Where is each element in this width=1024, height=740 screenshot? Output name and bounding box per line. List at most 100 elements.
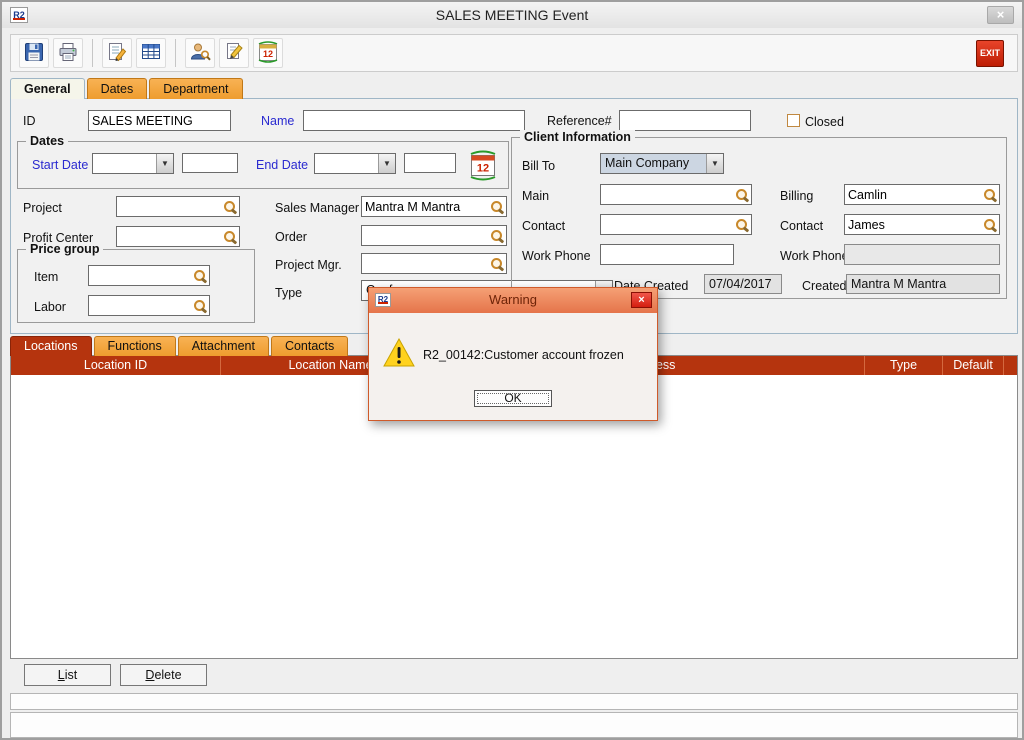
search-icon[interactable] bbox=[490, 229, 504, 243]
contact-label: Contact bbox=[522, 219, 565, 234]
search-icon[interactable] bbox=[193, 299, 207, 313]
ok-button[interactable]: OK bbox=[474, 390, 552, 407]
window-title: SALES MEETING Event bbox=[2, 7, 1022, 23]
labor-input[interactable] bbox=[89, 296, 209, 315]
column-header-filler bbox=[1004, 356, 1017, 375]
item-label: Item bbox=[34, 270, 58, 285]
search-icon[interactable] bbox=[490, 200, 504, 214]
work-phone-input[interactable] bbox=[600, 244, 734, 265]
end-date-combo[interactable] bbox=[314, 153, 396, 174]
billing-field[interactable] bbox=[844, 184, 1000, 205]
edit-note-button[interactable] bbox=[102, 38, 132, 68]
sales-manager-field[interactable] bbox=[361, 196, 507, 217]
search-icon[interactable] bbox=[223, 200, 237, 214]
search-icon[interactable] bbox=[983, 218, 997, 232]
warning-dialog-title: Warning bbox=[369, 292, 657, 307]
start-date-combo[interactable] bbox=[92, 153, 174, 174]
status-bar-top bbox=[10, 693, 1018, 710]
dates-group: Dates Start Date End Date 12 bbox=[17, 141, 509, 189]
profit-center-field[interactable] bbox=[116, 226, 240, 247]
search-icon[interactable] bbox=[735, 188, 749, 202]
billing-contact-input[interactable] bbox=[845, 215, 999, 234]
contact-input[interactable] bbox=[601, 215, 751, 234]
search-icon[interactable] bbox=[223, 230, 237, 244]
search-icon[interactable] bbox=[193, 269, 207, 283]
warning-dialog-close-button[interactable]: × bbox=[631, 292, 652, 308]
closed-checkbox[interactable] bbox=[787, 114, 800, 127]
billing-contact-field[interactable] bbox=[844, 214, 1000, 235]
bill-to-combo[interactable]: Main Company bbox=[600, 153, 724, 174]
order-label: Order bbox=[275, 230, 307, 245]
labor-label: Labor bbox=[34, 300, 66, 315]
billing-work-phone-label: Work Phone bbox=[780, 249, 849, 264]
name-input[interactable] bbox=[303, 110, 525, 131]
item-field[interactable] bbox=[88, 265, 210, 286]
main-contact-field[interactable] bbox=[600, 184, 752, 205]
dates-group-title: Dates bbox=[26, 134, 68, 149]
chevron-down-icon[interactable] bbox=[156, 154, 173, 173]
chevron-down-icon[interactable] bbox=[706, 154, 723, 173]
order-input[interactable] bbox=[362, 226, 506, 245]
project-mgr-input[interactable] bbox=[362, 254, 506, 273]
print-icon bbox=[57, 41, 79, 66]
project-input[interactable] bbox=[117, 197, 239, 216]
bill-to-value: Main Company bbox=[601, 154, 706, 173]
tab-department[interactable]: Department bbox=[149, 78, 242, 99]
tab-contacts[interactable]: Contacts bbox=[271, 336, 348, 356]
column-header-location-id[interactable]: Location ID bbox=[11, 356, 221, 375]
warning-dialog-title-bar: R2 Warning × bbox=[369, 288, 657, 313]
item-input[interactable] bbox=[89, 266, 209, 285]
contact-field[interactable] bbox=[600, 214, 752, 235]
main-contact-input[interactable] bbox=[601, 185, 751, 204]
edit-note-icon bbox=[106, 41, 128, 66]
project-label: Project bbox=[23, 201, 62, 216]
sales-manager-label: Sales Manager bbox=[275, 201, 359, 216]
project-field[interactable] bbox=[116, 196, 240, 217]
profit-center-input[interactable] bbox=[117, 227, 239, 246]
list-button[interactable]: List bbox=[24, 664, 111, 686]
id-input[interactable] bbox=[88, 110, 231, 131]
bill-to-label: Bill To bbox=[522, 159, 555, 174]
chevron-down-icon[interactable] bbox=[378, 154, 395, 173]
exit-button[interactable]: EXIT bbox=[976, 40, 1004, 67]
calendar-button[interactable]: 12 bbox=[253, 38, 283, 68]
type-label: Type bbox=[275, 286, 302, 301]
search-icon[interactable] bbox=[735, 218, 749, 232]
calendar-picker-icon[interactable]: 12 bbox=[466, 148, 500, 185]
status-bar-bottom bbox=[10, 712, 1018, 738]
print-button[interactable] bbox=[53, 38, 83, 68]
order-field[interactable] bbox=[361, 225, 507, 246]
save-button[interactable] bbox=[19, 38, 49, 68]
reference-label: Reference# bbox=[547, 114, 612, 129]
window-close-button[interactable]: × bbox=[987, 6, 1014, 24]
price-group-title: Price group bbox=[26, 242, 103, 257]
start-date-label: Start Date bbox=[32, 158, 88, 173]
tab-attachment[interactable]: Attachment bbox=[178, 336, 269, 356]
tab-general[interactable]: General bbox=[10, 78, 85, 99]
end-time-input[interactable] bbox=[404, 153, 456, 173]
document-edit-button[interactable] bbox=[219, 38, 249, 68]
grid-view-button[interactable] bbox=[136, 38, 166, 68]
project-mgr-field[interactable] bbox=[361, 253, 507, 274]
sales-manager-input[interactable] bbox=[362, 197, 506, 216]
tab-functions[interactable]: Functions bbox=[94, 336, 176, 356]
person-search-icon bbox=[189, 41, 211, 66]
billing-input[interactable] bbox=[845, 185, 999, 204]
column-header-default[interactable]: Default bbox=[943, 356, 1004, 375]
reference-input[interactable] bbox=[619, 110, 751, 131]
bottom-tab-bar: Locations Functions Attachment Contacts bbox=[10, 336, 348, 356]
labor-field[interactable] bbox=[88, 295, 210, 316]
toolbar-separator bbox=[175, 39, 176, 67]
search-icon[interactable] bbox=[490, 257, 504, 271]
tab-dates[interactable]: Dates bbox=[87, 78, 148, 99]
start-time-input[interactable] bbox=[182, 153, 238, 173]
svg-text:12: 12 bbox=[477, 163, 489, 175]
delete-button[interactable]: Delete bbox=[120, 664, 207, 686]
search-icon[interactable] bbox=[983, 188, 997, 202]
billing-contact-label: Contact bbox=[780, 219, 823, 234]
app-window: R2 SALES MEETING Event × 12 EXIT Gen bbox=[0, 0, 1024, 740]
toolbar: 12 EXIT bbox=[10, 34, 1018, 72]
column-header-type[interactable]: Type bbox=[865, 356, 943, 375]
person-search-button[interactable] bbox=[185, 38, 215, 68]
tab-locations[interactable]: Locations bbox=[10, 336, 92, 356]
